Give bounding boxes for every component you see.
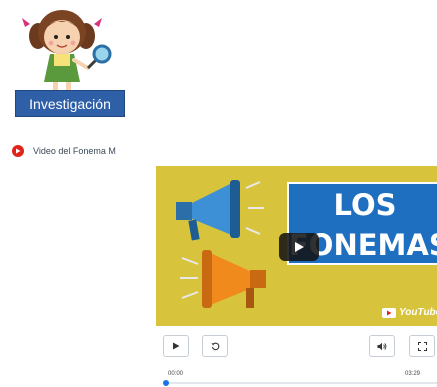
youtube-badge-text: YouTube: [399, 307, 437, 318]
replay-button[interactable]: [202, 335, 228, 357]
volume-button[interactable]: [369, 335, 395, 357]
megaphone-blue-icon: [176, 180, 264, 241]
time-total: 03:29: [405, 371, 421, 377]
volume-icon: [377, 342, 387, 350]
fullscreen-icon: [417, 341, 427, 351]
play-icon: [295, 242, 304, 252]
video-link-text[interactable]: Video del Fonema M: [33, 146, 116, 156]
investigacion-label[interactable]: Investigación: [15, 90, 125, 117]
replay-icon: [211, 342, 219, 350]
girl-illustration: [22, 10, 112, 90]
youtube-badge[interactable]: YouTube: [382, 307, 437, 318]
video-link[interactable]: Video del Fonema M: [12, 145, 116, 157]
progress-handle[interactable]: [163, 380, 169, 386]
play-overlay-button[interactable]: [279, 233, 319, 261]
page: Investigación Video del Fonema M LOS FON…: [0, 0, 437, 387]
youtube-logo-icon: [382, 307, 396, 318]
time-current: 00:00: [168, 371, 184, 377]
play-icon: [173, 342, 180, 350]
investigacion-tile[interactable]: Investigación: [8, 4, 125, 119]
youtube-play-icon: [12, 145, 24, 157]
title-line1: LOS: [333, 188, 397, 222]
fullscreen-button[interactable]: [409, 335, 435, 357]
play-button[interactable]: [163, 335, 189, 357]
megaphone-orange-icon: [180, 250, 266, 308]
video-player[interactable]: LOS FONEMAS YouTube: [156, 166, 437, 387]
video-thumbnail[interactable]: LOS FONEMAS YouTube: [156, 166, 437, 326]
progress-bar[interactable]: [165, 382, 437, 384]
